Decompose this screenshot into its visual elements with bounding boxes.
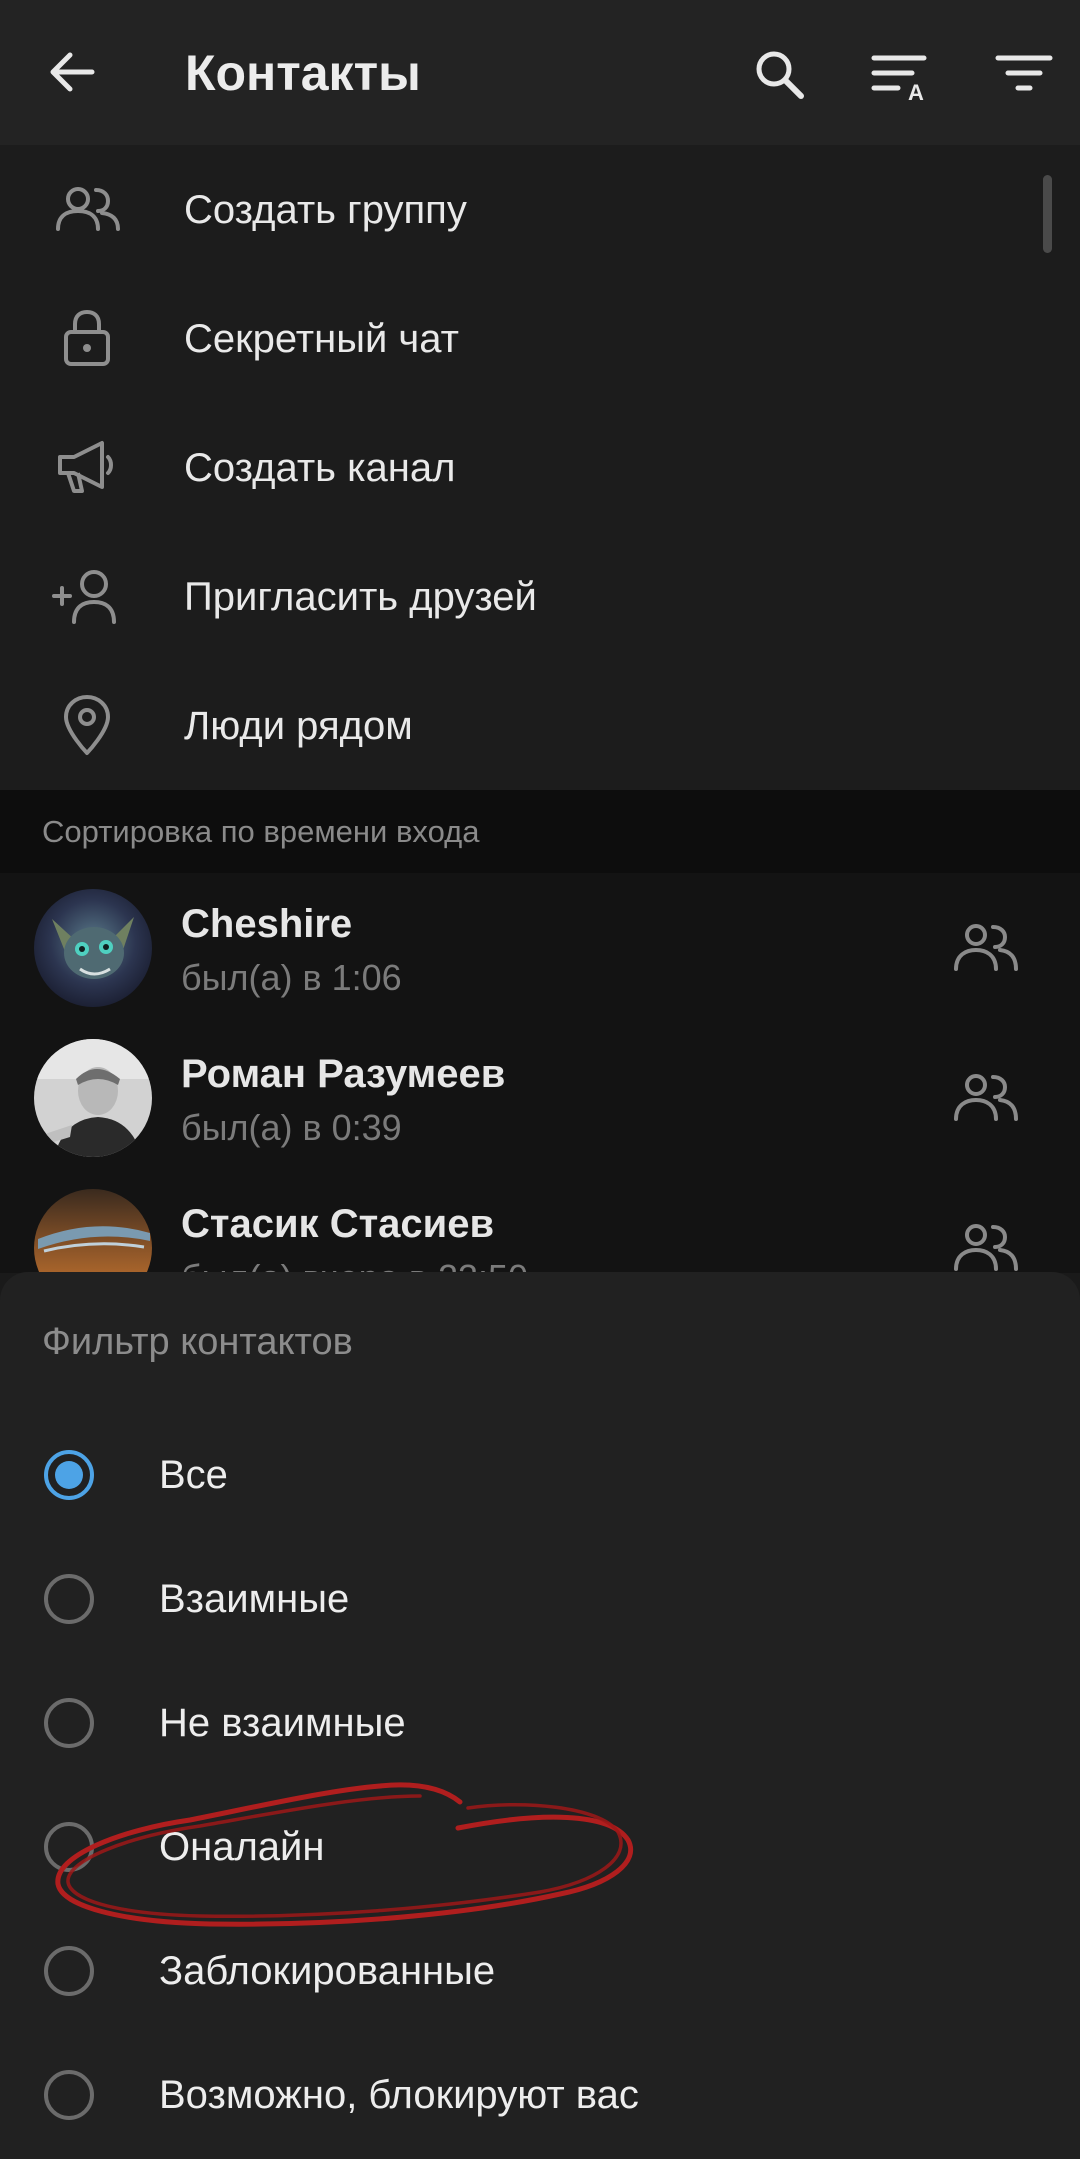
search-icon[interactable] <box>745 40 815 110</box>
filter-option-not-mutual[interactable]: Не взаимные <box>0 1662 1080 1786</box>
menu-item-label: Создать канал <box>184 446 456 490</box>
radio-button[interactable] <box>44 1822 94 1872</box>
lock-icon <box>64 309 110 366</box>
menu-item-label: Люди рядом <box>184 704 413 748</box>
arrow-left-icon[interactable] <box>40 40 104 104</box>
filter-option-mutual[interactable]: Взаимные <box>0 1538 1080 1662</box>
option-label: Оналайн <box>159 1825 325 1869</box>
option-label: Взаимные <box>159 1577 350 1621</box>
menu-item-create-channel[interactable]: Создать канал <box>0 403 1080 532</box>
contacts-filter-sheet: Фильтр контактов Все Взаимные Не взаимны… <box>0 1272 1080 2159</box>
contact-row[interactable]: Роман Разумеев был(а) в 0:39 <box>0 1023 1080 1173</box>
contact-name: Роман Разумеев <box>181 1052 506 1096</box>
avatar <box>34 889 152 1007</box>
filter-option-online[interactable]: Оналайн <box>0 1786 1080 1910</box>
radio-button[interactable] <box>44 1698 94 1748</box>
page-title: Контакты <box>185 45 421 101</box>
sort-section-header: Сортировка по времени входа <box>0 790 1080 873</box>
filter-option-blocked[interactable]: Заблокированные <box>0 1910 1080 2034</box>
filter-option-all[interactable]: Все <box>0 1414 1080 1538</box>
radio-button[interactable] <box>44 1574 94 1624</box>
contact-status: был(а) в 0:39 <box>181 1107 402 1148</box>
option-label: Заблокированные <box>159 1949 496 1993</box>
sheet-title: Фильтр контактов <box>42 1321 353 1363</box>
scrollbar[interactable] <box>1043 175 1052 253</box>
group-icon <box>954 924 1018 971</box>
contacts-list: Cheshire был(а) в 1:06 Роман Разумеев бы… <box>0 873 1080 1273</box>
filter-icon[interactable] <box>990 40 1060 110</box>
radio-button-checked[interactable] <box>44 1450 94 1500</box>
contact-status: был(а) вчера в 23:50 <box>181 1255 528 1273</box>
group-icon <box>954 1224 1018 1271</box>
section-label: Сортировка по времени входа <box>42 814 480 849</box>
contact-name: Cheshire <box>181 902 353 946</box>
filter-option-may-block-you[interactable]: Возможно, блокируют вас <box>0 2034 1080 2158</box>
option-label: Все <box>159 1453 228 1497</box>
group-icon <box>56 187 120 231</box>
radio-button[interactable] <box>44 2070 94 2120</box>
menu-item-label: Создать группу <box>184 188 467 232</box>
menu-item-people-nearby[interactable]: Люди рядом <box>0 661 1080 790</box>
menu-item-create-group[interactable]: Создать группу <box>0 145 1080 274</box>
menu-item-invite-friends[interactable]: Пригласить друзей <box>0 532 1080 661</box>
top-app-bar: Контакты A <box>0 0 1080 145</box>
option-label: Не взаимные <box>159 1701 406 1745</box>
svg-text:A: A <box>908 80 924 105</box>
radio-button[interactable] <box>44 1946 94 1996</box>
contact-row[interactable]: Cheshire был(а) в 1:06 <box>0 873 1080 1023</box>
option-label: Возможно, блокируют вас <box>159 2073 639 2117</box>
contacts-actions-menu: Создать группу Секретный чат Создать кан… <box>0 145 1080 790</box>
location-pin-icon <box>64 695 110 755</box>
contact-name: Стасик Стасиев <box>181 1202 495 1246</box>
menu-item-secret-chat[interactable]: Секретный чат <box>0 274 1080 403</box>
megaphone-icon <box>58 441 113 493</box>
menu-item-label: Секретный чат <box>184 317 459 361</box>
group-icon <box>954 1074 1018 1121</box>
menu-item-label: Пригласить друзей <box>184 575 537 619</box>
contact-status: был(а) в 1:06 <box>181 957 402 998</box>
sort-az-icon[interactable]: A <box>868 40 938 110</box>
add-person-icon <box>52 570 116 624</box>
avatar <box>34 1189 152 1273</box>
avatar <box>34 1039 152 1157</box>
contact-row[interactable]: Стасик Стасиев был(а) вчера в 23:50 <box>0 1173 1080 1273</box>
